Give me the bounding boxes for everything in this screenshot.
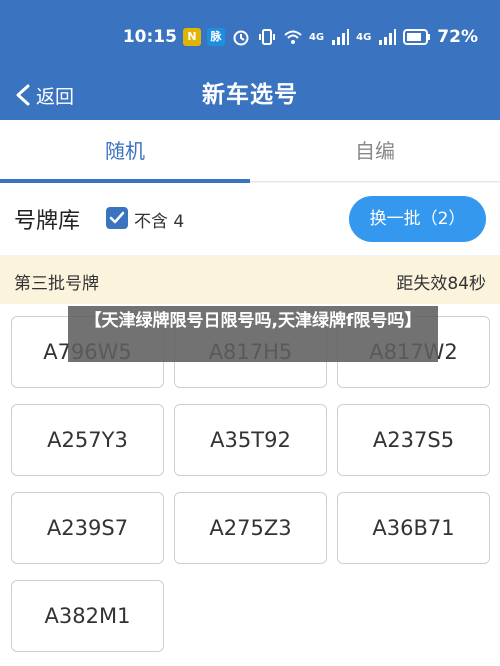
plate-option[interactable]: A36B71 <box>337 492 490 564</box>
network-type-1: 4G <box>308 31 325 43</box>
signal-icon-2 <box>379 29 397 45</box>
plate-option[interactable]: A382M1 <box>11 580 164 652</box>
battery-level: 72% <box>437 27 478 47</box>
tab-custom[interactable]: 自编 <box>250 120 500 182</box>
plate-option[interactable]: A257Y3 <box>11 404 164 476</box>
wifi-icon <box>284 30 302 44</box>
checkmark-icon <box>109 211 125 224</box>
batch-label: 第三批号牌 <box>14 274 99 294</box>
expiry-timer: 距失效84秒 <box>396 274 486 294</box>
tab-bar: 随机 自编 <box>0 120 500 183</box>
alarm-icon <box>233 30 249 46</box>
nav-bar: 返回 新车选号 <box>0 70 500 120</box>
app-badge-icon: 脉 <box>206 28 225 46</box>
notification-badge-icon: N <box>182 28 201 46</box>
plate-pool-title: 号牌库 <box>14 209 81 234</box>
status-time: 10:15 <box>122 27 177 47</box>
status-bar: 10:15 N 脉 4G 4G 72% <box>0 0 500 70</box>
overlay-caption: 【天津绿牌限号日限号吗,天津绿牌f限号吗】 <box>68 306 438 362</box>
refresh-batch-button[interactable]: 换一批（2） <box>349 196 486 242</box>
plate-option[interactable]: A239S7 <box>11 492 164 564</box>
plate-option[interactable]: A237S5 <box>337 404 490 476</box>
page-title: 新车选号 <box>202 82 298 108</box>
status-icons: 10:15 N 脉 4G 4G 72% <box>123 24 478 50</box>
signal-icon <box>332 29 350 45</box>
exclude-4-checkbox[interactable] <box>106 207 128 229</box>
plate-option[interactable]: A35T92 <box>174 404 327 476</box>
exclude-4-label: 不含 4 <box>134 212 185 232</box>
tab-random[interactable]: 随机 <box>0 120 250 183</box>
battery-icon <box>403 29 431 45</box>
batch-banner: 第三批号牌 距失效84秒 <box>0 256 500 304</box>
vibrate-icon <box>258 29 275 45</box>
network-type-2: 4G <box>356 31 372 43</box>
plate-option[interactable]: A275Z3 <box>174 492 327 564</box>
